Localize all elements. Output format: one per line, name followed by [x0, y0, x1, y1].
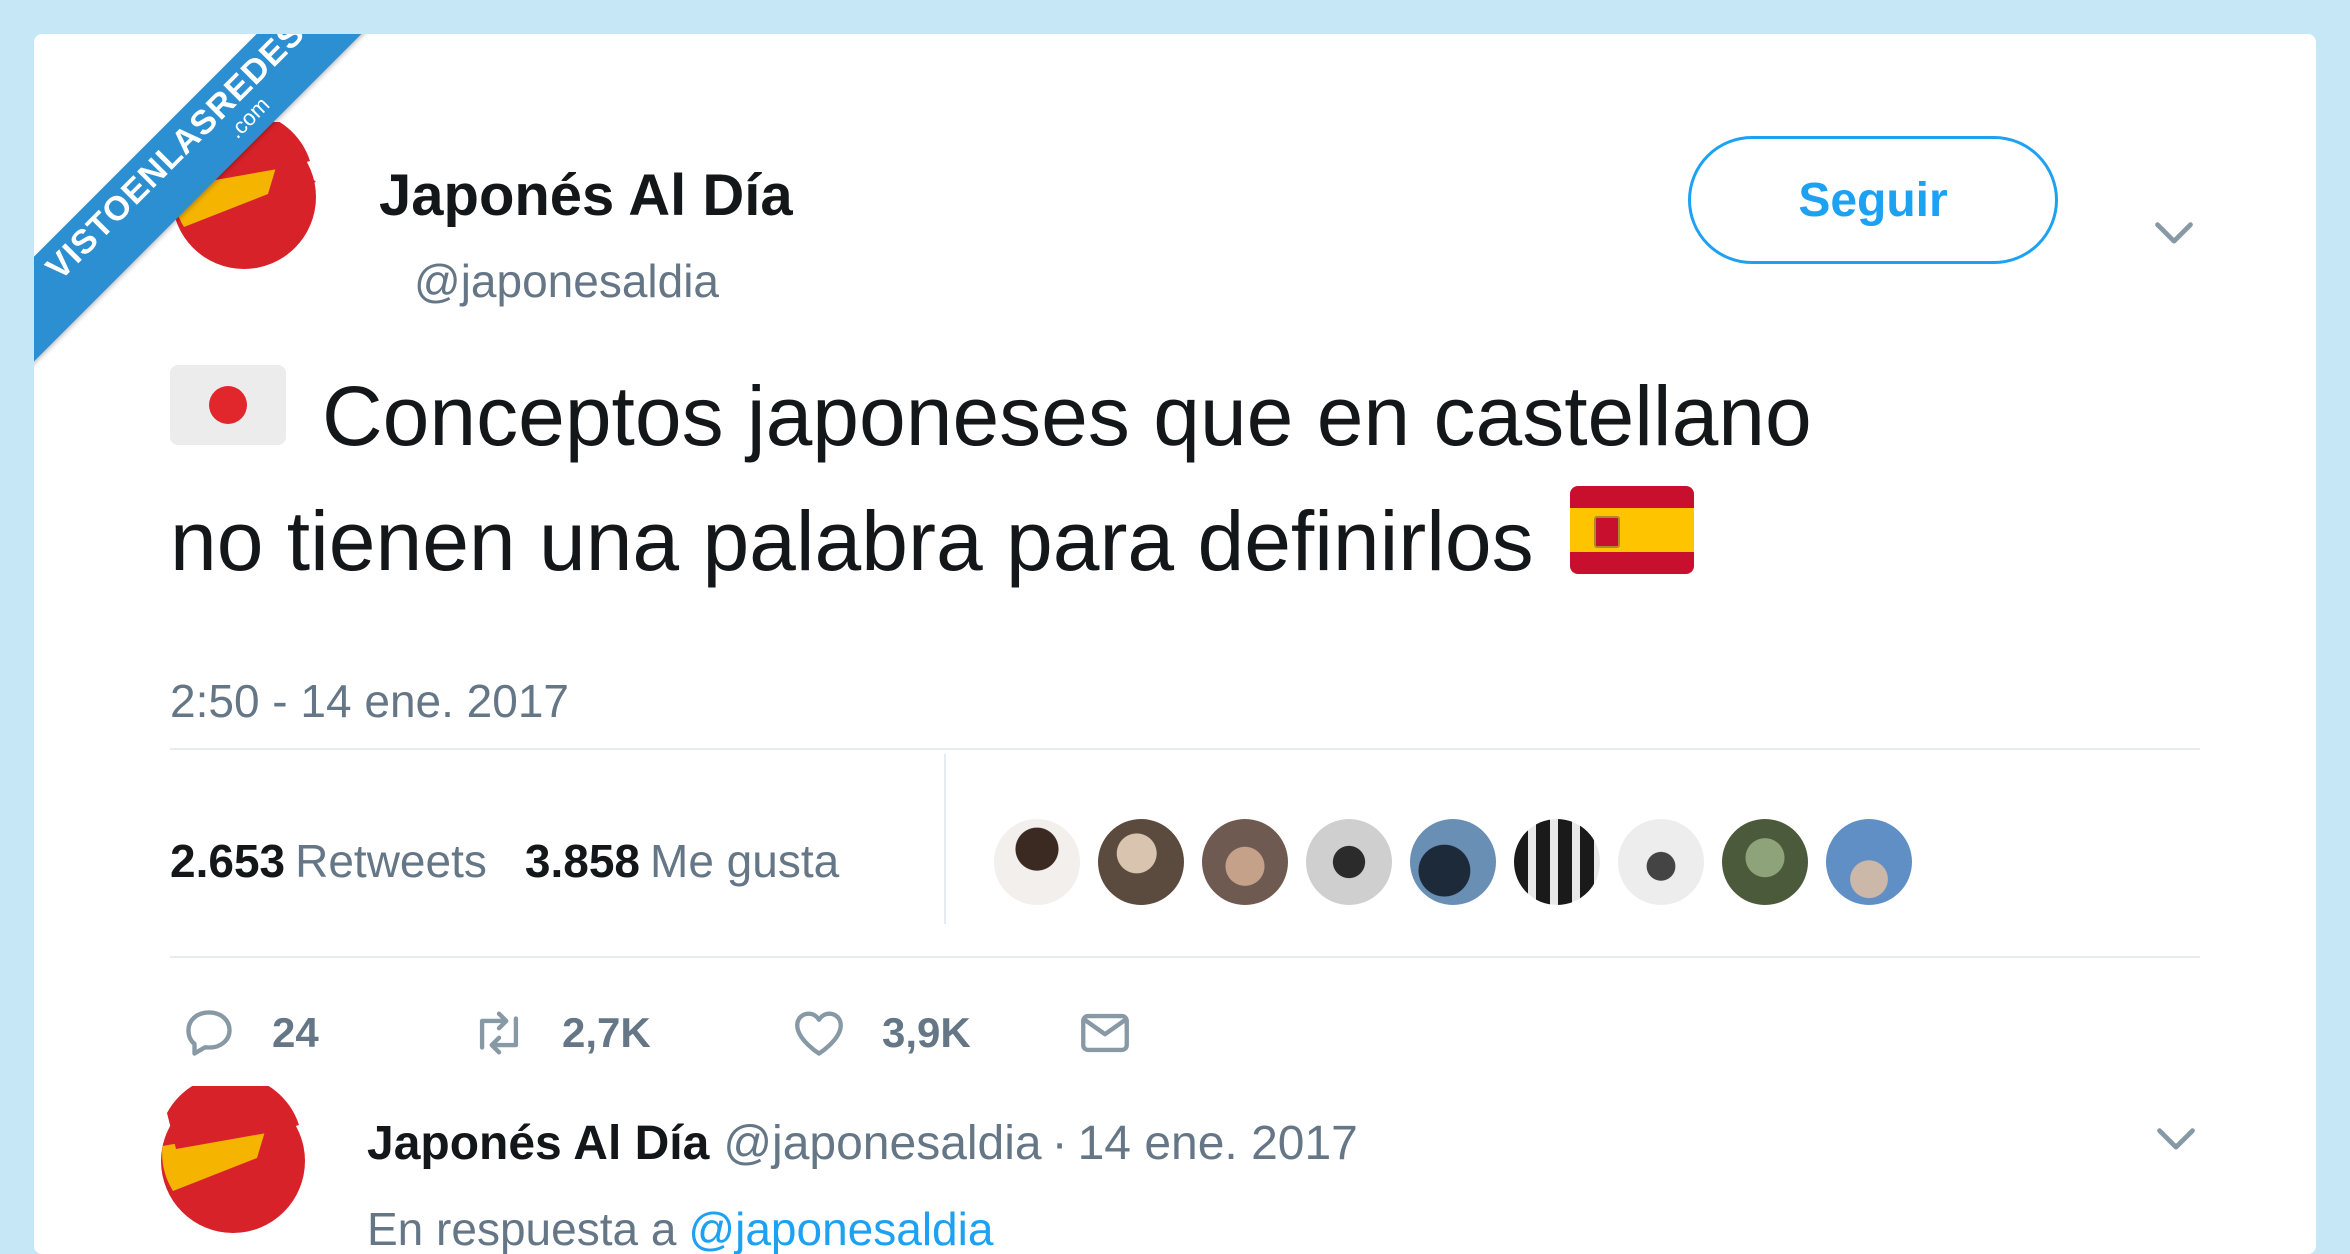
retweets-label[interactable]: Retweets — [295, 835, 487, 887]
tweet-text-line-1: Conceptos japoneses que en castellano — [170, 354, 2170, 479]
reply-display-name[interactable]: Japonés Al Día — [367, 1117, 709, 1170]
tweet-card: VISTOENLASREDES .com Japonés Al Día @jap… — [34, 34, 2316, 1254]
tweet-timestamp[interactable]: 2:50 - 14 ene. 2017 — [170, 674, 569, 728]
like-button[interactable]: 3,9K — [790, 1004, 971, 1062]
retweets-count[interactable]: 2.653 — [170, 835, 285, 887]
liker-avatar[interactable] — [1618, 819, 1704, 905]
heart-icon — [795, 1011, 843, 1056]
follow-button[interactable]: Seguir — [1688, 136, 2058, 264]
reply-icon — [186, 1010, 232, 1056]
retweet-button[interactable]: 2,7K — [470, 1004, 651, 1062]
liker-avatar[interactable] — [994, 819, 1080, 905]
liker-avatar[interactable] — [1826, 819, 1912, 905]
chevron-down-icon[interactable] — [2152, 210, 2196, 254]
message-button[interactable] — [1076, 1004, 1134, 1062]
retweet-icon — [479, 1011, 519, 1055]
reply-header: Japonés Al Día @japonesaldia · 14 ene. 2017 — [367, 1116, 1358, 1171]
logo-icon — [161, 1086, 305, 1233]
separator-dot: · — [1051, 1117, 1068, 1170]
likes-count[interactable]: 3.858 — [525, 835, 640, 887]
tweet-text-line-2: no tienen una palabra para definirlos — [170, 479, 2170, 604]
liker-avatar[interactable] — [1306, 819, 1392, 905]
like-count: 3,9K — [882, 1009, 971, 1056]
tweet-text: Conceptos japoneses que en castellano no… — [170, 354, 2170, 604]
in-reply-mention[interactable]: @japonesaldia — [688, 1203, 993, 1254]
in-reply-to: En respuesta a @japonesaldia — [367, 1202, 993, 1254]
in-reply-prefix: En respuesta a — [367, 1203, 677, 1254]
liker-avatar[interactable] — [1722, 819, 1808, 905]
stats-divider — [944, 754, 946, 924]
liker-avatar[interactable] — [1098, 819, 1184, 905]
retweet-count: 2,7K — [562, 1009, 651, 1056]
chevron-down-icon[interactable] — [2154, 1116, 2198, 1160]
reply-count: 24 — [272, 1009, 319, 1056]
display-name[interactable]: Japonés Al Día — [379, 162, 793, 229]
likes-label[interactable]: Me gusta — [650, 835, 839, 887]
user-handle[interactable]: @japonesaldia — [414, 254, 719, 308]
liker-avatar[interactable] — [1202, 819, 1288, 905]
japan-flag-icon — [170, 364, 286, 445]
divider — [170, 956, 2200, 958]
mail-icon — [1081, 1013, 1129, 1053]
spain-flag-icon — [1569, 485, 1694, 574]
reply-avatar[interactable] — [158, 1086, 308, 1236]
liker-avatar[interactable] — [1514, 819, 1600, 905]
tweet-stats: 2.653 Retweets 3.858 Me gusta — [170, 834, 839, 888]
liker-avatar[interactable] — [1410, 819, 1496, 905]
reply-handle[interactable]: @japonesaldia — [723, 1117, 1041, 1170]
reply-button[interactable]: 24 — [180, 1004, 319, 1062]
divider — [170, 748, 2200, 750]
reply-date[interactable]: 14 ene. 2017 — [1078, 1117, 1358, 1170]
